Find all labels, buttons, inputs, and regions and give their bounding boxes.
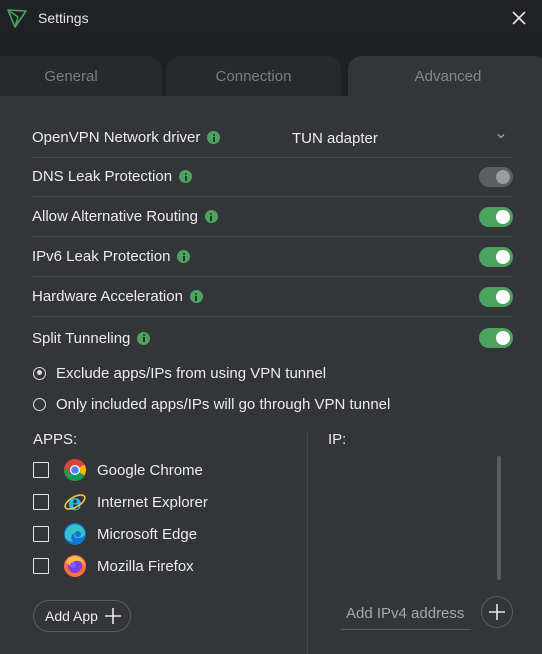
internet-explorer-icon: e	[64, 490, 86, 514]
toggle-knob	[496, 210, 510, 224]
add-ip-button[interactable]	[481, 596, 513, 628]
toggle-knob	[496, 170, 510, 184]
app-name: Internet Explorer	[97, 493, 208, 511]
split-tunnel-row: Split Tunneling	[32, 318, 513, 358]
network-driver-label: OpenVPN Network driver	[32, 129, 201, 146]
app-item-chrome: Google Chrome	[33, 458, 203, 482]
dns-leak-row: DNS Leak Protection	[32, 157, 513, 197]
network-driver-value: TUN adapter	[292, 129, 378, 147]
radio-button[interactable]	[33, 397, 46, 411]
tab-connection[interactable]: Connection	[166, 56, 341, 96]
tab-bar: General Connection Advanced	[0, 36, 542, 96]
ipv6-leak-toggle[interactable]	[479, 247, 513, 267]
network-driver-dropdown[interactable]: TUN adapter	[292, 118, 513, 158]
toggle-knob	[496, 290, 510, 304]
dns-leak-toggle[interactable]	[479, 167, 513, 187]
tab-advanced[interactable]: Advanced	[348, 56, 542, 96]
close-icon[interactable]	[510, 9, 528, 27]
edge-icon	[64, 523, 86, 545]
hw-accel-toggle[interactable]	[479, 287, 513, 307]
alt-routing-row: Allow Alternative Routing	[32, 197, 513, 237]
tab-general[interactable]: General	[0, 56, 162, 96]
toggle-knob	[496, 250, 510, 264]
toggle-knob	[496, 331, 510, 345]
title-bar: Settings	[0, 0, 542, 36]
app-item-edge: Microsoft Edge	[33, 522, 197, 546]
split-tunnel-label: Split Tunneling	[32, 329, 131, 347]
plus-icon	[489, 604, 505, 620]
chevron-down-icon	[497, 134, 505, 139]
app-name: Mozilla Firefox	[97, 557, 194, 575]
split-mode-include-label: Only included apps/IPs will go through V…	[56, 395, 391, 413]
app-item-internet-explorer: e Internet Explorer	[33, 490, 208, 514]
app-item-firefox: Mozilla Firefox	[33, 554, 194, 578]
protonvpn-logo-icon	[7, 9, 27, 28]
app-checkbox[interactable]	[33, 494, 49, 510]
hw-accel-row: Hardware Acceleration	[32, 277, 513, 317]
firefox-icon	[64, 555, 86, 577]
info-icon[interactable]	[137, 331, 151, 345]
split-mode-exclude-label: Exclude apps/IPs from using VPN tunnel	[56, 364, 327, 382]
advanced-settings-panel: OpenVPN Network driver TUN adapter DNS L…	[0, 96, 542, 654]
info-icon[interactable]	[189, 290, 203, 303]
window-title: Settings	[38, 10, 89, 26]
hw-accel-label: Hardware Acceleration	[32, 288, 183, 305]
alt-routing-toggle[interactable]	[479, 207, 513, 227]
ipv6-leak-row: IPv6 Leak Protection	[32, 237, 513, 277]
app-checkbox[interactable]	[33, 462, 49, 478]
split-tunnel-toggle[interactable]	[479, 328, 513, 348]
info-icon[interactable]	[177, 250, 191, 263]
dns-leak-label: DNS Leak Protection	[32, 168, 173, 185]
alt-routing-label: Allow Alternative Routing	[32, 208, 198, 225]
column-divider	[307, 431, 308, 654]
radio-button[interactable]	[33, 366, 46, 380]
info-icon[interactable]	[204, 210, 218, 223]
app-name: Google Chrome	[97, 461, 203, 479]
ip-heading: IP:	[328, 431, 347, 448]
add-app-label: Add App	[45, 608, 98, 624]
split-mode-exclude-option[interactable]: Exclude apps/IPs from using VPN tunnel	[33, 362, 326, 384]
ipv6-leak-label: IPv6 Leak Protection	[32, 248, 171, 265]
ip-list-scrollbar[interactable]	[497, 456, 501, 580]
app-name: Microsoft Edge	[97, 525, 198, 543]
network-driver-row: OpenVPN Network driver TUN adapter	[32, 118, 513, 158]
app-checkbox[interactable]	[33, 526, 49, 542]
add-app-button[interactable]: Add App	[33, 600, 131, 632]
info-icon[interactable]	[207, 131, 221, 144]
app-checkbox[interactable]	[33, 558, 49, 574]
info-icon[interactable]	[179, 170, 193, 183]
plus-icon	[105, 608, 121, 624]
chrome-icon	[64, 459, 86, 481]
split-mode-include-option[interactable]: Only included apps/IPs will go through V…	[33, 393, 390, 415]
apps-heading: APPS:	[33, 431, 78, 448]
svg-text:e: e	[68, 490, 82, 514]
ipv4-address-input[interactable]	[341, 598, 471, 630]
